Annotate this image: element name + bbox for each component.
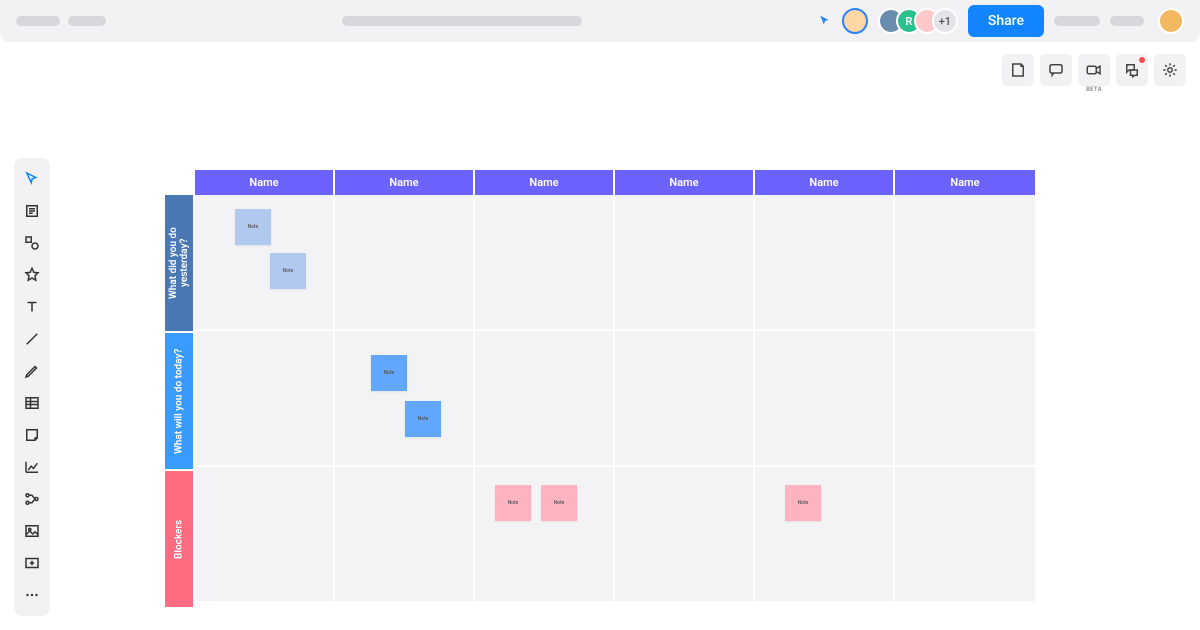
action-bar: BETA [1002, 54, 1186, 86]
standup-board[interactable]: What did you do yesterday?What will you … [165, 170, 1035, 609]
column-header[interactable]: Name [755, 170, 895, 195]
grid-cell[interactable] [895, 331, 1035, 465]
grid-cell[interactable] [615, 467, 755, 601]
column-header[interactable]: Name [615, 170, 755, 195]
sticky-note[interactable]: Note [405, 401, 441, 437]
grid-cell[interactable] [335, 195, 475, 329]
column-header[interactable]: Name [195, 170, 335, 195]
presence-cursor-icon [818, 14, 832, 28]
top-bar-right: R +1 Share [818, 5, 1184, 37]
grid-cell[interactable] [755, 331, 895, 465]
chart-tool-icon[interactable] [16, 452, 48, 482]
note-icon[interactable] [1002, 54, 1034, 86]
notification-dot [1139, 57, 1145, 63]
pen-tool-icon[interactable] [16, 356, 48, 386]
video-icon[interactable]: BETA [1078, 54, 1110, 86]
top-bar-left [16, 16, 106, 26]
settings-icon[interactable] [1154, 54, 1186, 86]
grid-cell[interactable]: Note Note [195, 195, 335, 329]
avatar-overflow[interactable]: +1 [932, 8, 958, 34]
grid-row: Note Note Note [195, 467, 1035, 603]
sticky-note[interactable]: Note [785, 485, 821, 521]
top-placeholder[interactable] [1110, 16, 1144, 26]
grid-cell[interactable] [195, 331, 335, 465]
connector-tool-icon[interactable] [16, 484, 48, 514]
row-header[interactable]: What will you do today? [165, 333, 193, 469]
template-tool-icon[interactable] [16, 196, 48, 226]
top-bar-center [118, 16, 806, 26]
sticky-note[interactable]: Note [495, 485, 531, 521]
grid-cell[interactable] [475, 195, 615, 329]
embed-tool-icon[interactable] [16, 548, 48, 578]
chat-icon[interactable] [1116, 54, 1148, 86]
share-button[interactable]: Share [968, 5, 1044, 37]
text-tool-icon[interactable] [16, 292, 48, 322]
star-tool-icon[interactable] [16, 260, 48, 290]
row-header[interactable]: What did you do yesterday? [165, 195, 193, 331]
column-header[interactable]: Name [335, 170, 475, 195]
corner-spacer [165, 170, 193, 195]
grid-cell[interactable] [895, 195, 1035, 329]
column-header[interactable]: Name [475, 170, 615, 195]
menu-placeholder[interactable] [68, 16, 106, 26]
grid-cell[interactable] [335, 467, 475, 601]
grid-cell[interactable] [895, 467, 1035, 601]
image-tool-icon[interactable] [16, 516, 48, 546]
grid-area: NameNameNameNameNameName NoteNoteNoteNot… [195, 170, 1035, 609]
grid-cell[interactable]: Note [755, 467, 895, 601]
table-tool-icon[interactable] [16, 388, 48, 418]
row-headers: What did you do yesterday?What will you … [165, 170, 193, 609]
grid-row: Note Note [195, 331, 1035, 467]
more-tool-icon[interactable] [16, 580, 48, 610]
menu-placeholder[interactable] [16, 16, 60, 26]
top-bar: R +1 Share [0, 0, 1200, 42]
row-header[interactable]: Blockers [165, 471, 193, 607]
line-tool-icon[interactable] [16, 324, 48, 354]
grid-cell[interactable]: Note Note [475, 467, 615, 601]
column-header[interactable]: Name [895, 170, 1035, 195]
side-toolbar [14, 158, 50, 616]
sticky-note[interactable]: Note [371, 355, 407, 391]
collaborator-avatars: R +1 [878, 8, 958, 34]
comment-icon[interactable] [1040, 54, 1072, 86]
sticky-tool-icon[interactable] [16, 420, 48, 450]
grid-cell[interactable] [475, 331, 615, 465]
presenter-avatar[interactable] [842, 8, 868, 34]
cursor-tool-icon[interactable] [16, 164, 48, 194]
grid-row: Note Note [195, 195, 1035, 331]
grid-cell[interactable] [195, 467, 335, 601]
grid-cell[interactable] [615, 331, 755, 465]
beta-label: BETA [1086, 86, 1102, 93]
grid-cell[interactable] [615, 195, 755, 329]
sticky-note[interactable]: Note [235, 209, 271, 245]
user-avatar[interactable] [1158, 8, 1184, 34]
sticky-note[interactable]: Note [541, 485, 577, 521]
sticky-note[interactable]: Note [270, 253, 306, 289]
grid-cell[interactable]: Note Note [335, 331, 475, 465]
grid-rows: Note Note Note Note Note Note Note [195, 195, 1035, 603]
column-headers: NameNameNameNameNameName [195, 170, 1035, 195]
grid-cell[interactable] [755, 195, 895, 329]
title-placeholder[interactable] [342, 16, 582, 26]
top-placeholder[interactable] [1054, 16, 1100, 26]
shapes-tool-icon[interactable] [16, 228, 48, 258]
